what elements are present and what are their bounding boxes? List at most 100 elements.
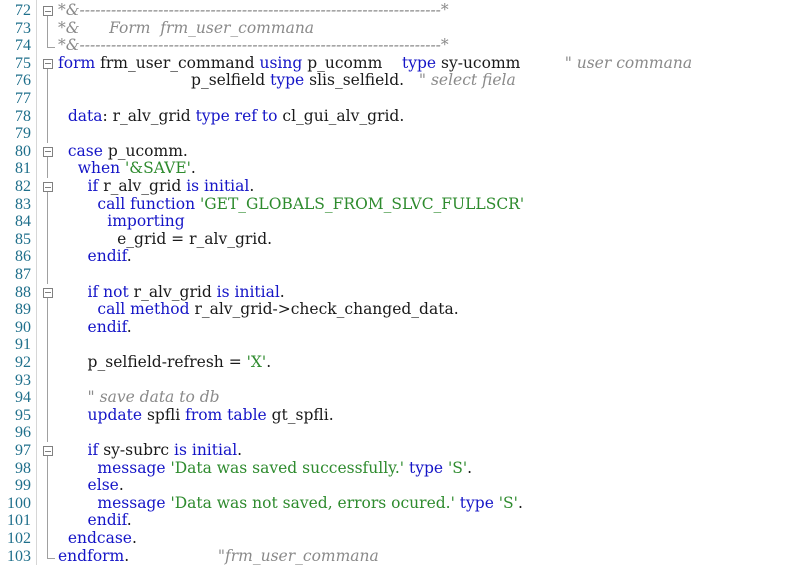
code-text[interactable]: if not r_alv_grid is initial. (58, 282, 285, 302)
code-text[interactable]: " save data to db (58, 388, 220, 407)
fold-guide-icon (41, 160, 55, 178)
code-line[interactable]: 100 message 'Data was not saved, errors … (0, 493, 801, 513)
code-line[interactable]: 96 (0, 424, 801, 442)
fold-toggle-icon[interactable] (41, 143, 55, 161)
code-line[interactable]: 90 endif. (0, 318, 801, 337)
code-text[interactable]: update spfli from table gt_spfli. (58, 405, 334, 425)
code-line[interactable]: 82 if r_alv_grid is initial. (0, 177, 801, 196)
code-line[interactable]: 72 *&------------------------------------… (0, 1, 801, 20)
code-token: . (266, 353, 272, 371)
line-number: 98 (15, 459, 31, 477)
code-text[interactable]: endform. "frm_user_commana (58, 547, 379, 565)
fold-toggle-icon[interactable] (41, 442, 55, 460)
code-line[interactable]: 76 p_selfield type slis_selfield. " sele… (0, 72, 801, 90)
code-line[interactable]: 74 *&------------------------------------… (0, 36, 801, 55)
fold-toggle-icon[interactable] (41, 178, 55, 196)
line-number: 100 (7, 494, 31, 512)
code-text[interactable]: p_selfield type slis_selfield. " select … (58, 72, 516, 90)
code-text[interactable]: when '&SAVE'. (58, 160, 196, 178)
code-line[interactable]: 83 call function 'GET_GLOBALS_FROM_SLVC_… (0, 194, 801, 214)
code-line[interactable]: 92 p_selfield-refresh = 'X'. (0, 353, 801, 372)
code-text[interactable]: *&--------------------------------------… (58, 36, 449, 55)
fold-toggle-icon[interactable] (41, 284, 55, 302)
fold-guide-icon (41, 230, 55, 249)
code-text[interactable]: message 'Data was not saved, errors ocur… (58, 493, 523, 513)
code-text[interactable]: call function 'GET_GLOBALS_FROM_SLVC_FUL… (58, 194, 524, 214)
code-line[interactable]: 89 call method r_alv_grid->check_changed… (0, 300, 801, 319)
code-token: type (270, 71, 305, 90)
code-line[interactable]: 103 endform. "frm_user_commana (0, 547, 801, 565)
code-line[interactable]: 86 endif. (0, 248, 801, 266)
code-token: gt_spfli. (266, 405, 334, 424)
code-token: if (58, 441, 99, 459)
code-text[interactable]: e_grid = r_alv_grid. (58, 230, 272, 249)
fold-toggle-icon[interactable] (41, 2, 55, 20)
code-text[interactable]: endif. (58, 318, 132, 337)
code-line[interactable]: 99 else. (0, 476, 801, 495)
code-text[interactable]: *& Form frm_user_commana (58, 19, 314, 38)
code-token: 'S' (498, 493, 518, 512)
code-text[interactable]: importing (58, 212, 184, 231)
code-line[interactable]: 93 (0, 371, 801, 390)
fold-guide-icon (41, 195, 55, 214)
line-number: 85 (15, 230, 31, 248)
code-text[interactable]: if sy-subrc is initial. (58, 441, 243, 460)
code-token: call function (58, 194, 200, 213)
code-text[interactable]: message 'Data was saved successfully.' t… (58, 458, 473, 478)
code-token: is initial (186, 177, 250, 195)
code-line[interactable]: 85 e_grid = r_alv_grid. (0, 230, 801, 249)
code-text[interactable]: p_selfield-refresh = 'X'. (58, 353, 272, 372)
fold-guide-icon (41, 90, 55, 108)
code-line[interactable]: 75 form frm_user_command using p_ucomm ty… (0, 53, 801, 73)
fold-toggle-icon[interactable] (41, 55, 55, 73)
code-line[interactable]: 79 (0, 125, 801, 143)
code-text[interactable]: form frm_user_command using p_ucomm type… (58, 53, 692, 73)
code-text[interactable]: endif. (58, 248, 132, 266)
code-token: type (401, 53, 437, 72)
code-editor[interactable]: 72 *&------------------------------------… (0, 0, 801, 565)
code-token: . (517, 493, 523, 512)
code-line[interactable]: 88 if not r_alv_grid is initial. (0, 282, 801, 302)
code-text[interactable]: if r_alv_grid is initial. (58, 177, 255, 196)
code-line[interactable]: 81 when '&SAVE'. (0, 160, 801, 178)
line-number: 75 (15, 54, 31, 72)
code-token: . (467, 458, 473, 477)
code-text[interactable]: call method r_alv_grid->check_changed_da… (58, 300, 458, 319)
code-token: sy-ucomm (436, 53, 565, 72)
code-text[interactable]: endif. (58, 512, 132, 530)
code-line[interactable]: 94 " save data to db (0, 388, 801, 407)
code-token: data (58, 106, 103, 125)
code-token: if (58, 177, 99, 195)
fold-guide-icon (41, 266, 55, 284)
fold-guide-icon (41, 72, 55, 90)
line-number: 90 (15, 318, 31, 336)
code-text[interactable]: case p_ucomm. (58, 142, 188, 161)
code-line[interactable]: 87 (0, 266, 801, 284)
fold-guide-icon (41, 406, 55, 425)
code-line[interactable]: 97 if sy-subrc is initial. (0, 441, 801, 460)
code-text[interactable]: endcase. (58, 529, 137, 548)
line-number: 97 (15, 442, 31, 459)
line-number: 103 (7, 547, 31, 565)
code-line[interactable]: 91 (0, 336, 801, 354)
code-token: p_ucomm (302, 53, 402, 72)
line-number: 92 (15, 354, 31, 371)
code-line[interactable]: 98 message 'Data was saved successfully.… (0, 458, 801, 478)
line-number: 91 (15, 336, 31, 354)
fold-guide-icon (41, 213, 55, 231)
code-line[interactable]: 77 (0, 90, 801, 108)
code-line[interactable]: 73 *& Form frm_user_commana (0, 19, 801, 38)
code-line[interactable]: 78 data: r_alv_grid type ref to cl_gui_a… (0, 106, 801, 126)
code-line[interactable]: 101 endif. (0, 512, 801, 530)
code-token: *&--------------------------------------… (58, 36, 449, 55)
line-number: 84 (15, 213, 31, 231)
code-text[interactable]: *&--------------------------------------… (58, 1, 449, 20)
code-text[interactable]: else. (58, 476, 124, 495)
code-token: form (58, 53, 96, 72)
code-line[interactable]: 95 update spfli from table gt_spfli. (0, 405, 801, 425)
code-token: . (279, 282, 285, 301)
code-line[interactable]: 102 endcase. (0, 529, 801, 548)
code-text[interactable]: data: r_alv_grid type ref to cl_gui_alv_… (58, 106, 404, 126)
code-line[interactable]: 80 case p_ucomm. (0, 142, 801, 161)
code-line[interactable]: 84 importing (0, 212, 801, 231)
